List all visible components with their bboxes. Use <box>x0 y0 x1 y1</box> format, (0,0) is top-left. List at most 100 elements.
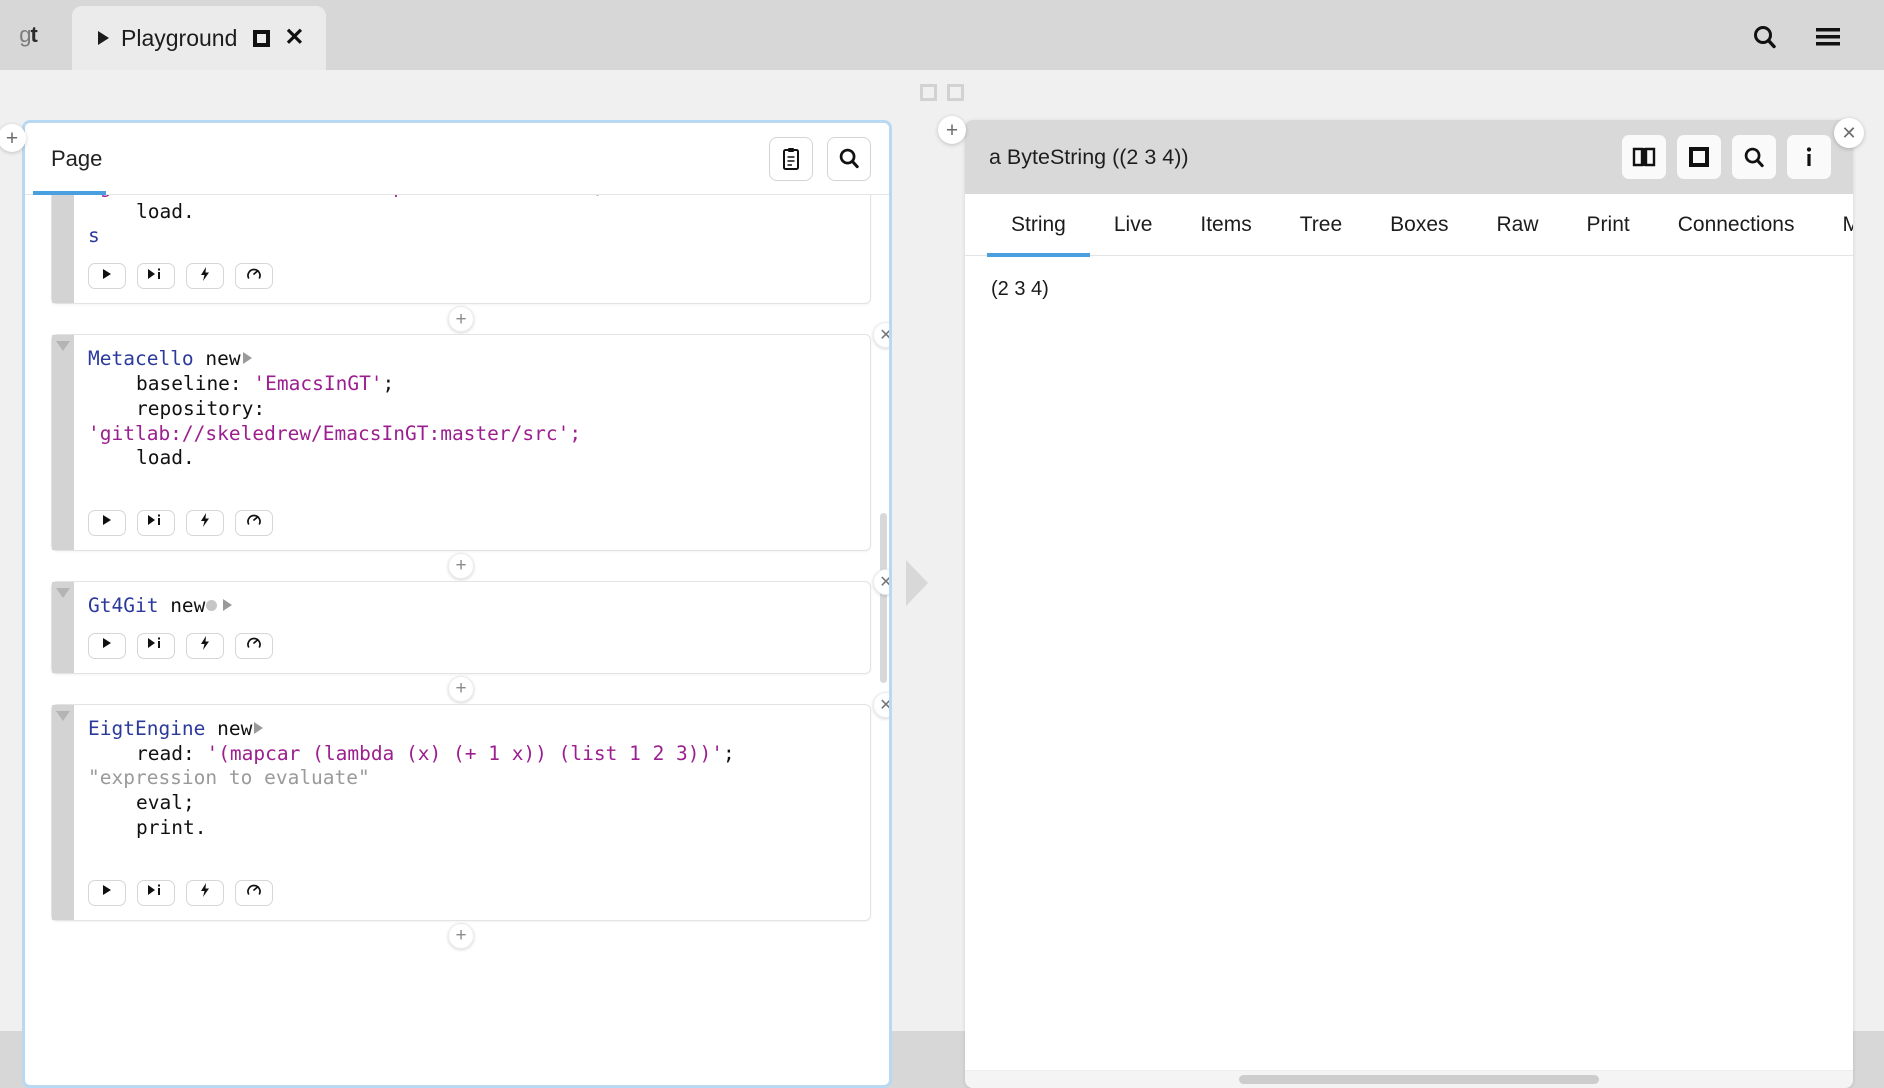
code-token: ; <box>723 741 735 765</box>
profiler-gauge-icon <box>246 266 262 287</box>
code-token: 'gitlab://skeledrew/GtExemplifierAdditio… <box>88 195 605 198</box>
expand-right-arrow-icon[interactable] <box>906 560 928 606</box>
code-token: load. <box>136 446 195 470</box>
add-panel-right-button[interactable]: + <box>938 116 966 144</box>
collapse-triangle-icon[interactable] <box>56 341 70 352</box>
snippet-code[interactable]: Gt4Git new <box>88 594 852 619</box>
tab-playground[interactable]: Playground ✕ <box>72 6 327 70</box>
lightning-bolt-button[interactable] <box>186 509 224 536</box>
tab-label: String <box>1011 212 1066 236</box>
profiler-gauge-button[interactable] <box>235 263 273 290</box>
tab-items[interactable]: Items <box>1176 194 1275 256</box>
clipboard-button[interactable] <box>769 136 813 181</box>
inspector-tab-bar: String Live Items Tree Boxes Raw Print Connecti… <box>965 194 1853 257</box>
search-button[interactable] <box>827 136 871 181</box>
code-token: "expression to evaluate" <box>88 766 370 790</box>
layout-square-icon-1[interactable] <box>920 84 937 101</box>
lightning-bolt-icon <box>199 882 211 903</box>
tab-tree[interactable]: Tree <box>1276 194 1366 256</box>
search-icon[interactable] <box>1752 24 1778 50</box>
play-button[interactable] <box>88 632 126 659</box>
tab-raw[interactable]: Raw <box>1473 194 1563 256</box>
profiler-gauge-icon <box>246 635 262 656</box>
tab-string[interactable]: String <box>987 194 1090 257</box>
tab-live[interactable]: Live <box>1090 194 1177 256</box>
tab-boxes[interactable]: Boxes <box>1366 194 1472 256</box>
profiler-gauge-button[interactable] <box>235 509 273 536</box>
add-snippet-row: + <box>51 921 871 951</box>
lightning-bolt-button[interactable] <box>186 879 224 906</box>
play-icon <box>100 513 114 532</box>
inspector-header-actions <box>1622 135 1831 179</box>
inline-play-triangle-icon[interactable] <box>242 352 252 365</box>
snippet-list: repository: 'gitlab://skeledrew/GtExempli… <box>25 195 889 1085</box>
book-button[interactable] <box>1622 135 1666 179</box>
close-snippet-button[interactable]: ✕ <box>873 691 889 718</box>
code-line: repository: <box>88 397 852 422</box>
tab-label: Items <box>1200 212 1252 236</box>
close-snippet-button[interactable]: ✕ <box>873 568 889 595</box>
play-button[interactable] <box>88 879 126 906</box>
code-snippet[interactable]: Metacello new baseline: 'EmacsInGT'; repos… <box>51 334 871 551</box>
playground-page-panel: Page load. s + Metacello new baseline: '… <box>22 120 892 1088</box>
add-snippet-row: + <box>51 551 871 581</box>
code-line: load. <box>88 200 852 225</box>
code-token: new <box>205 716 253 740</box>
snippet-code[interactable]: EigtEngine new read: '(mapcar (lambda (x)… <box>88 717 852 866</box>
tab-meta[interactable]: Meta <box>1818 194 1853 256</box>
profiler-gauge-button[interactable] <box>235 632 273 659</box>
add-snippet-button[interactable]: + <box>448 552 474 579</box>
inspector-horizontal-scrollbar[interactable] <box>965 1070 1853 1088</box>
play-triangle-icon <box>98 31 109 45</box>
profiler-gauge-button[interactable] <box>235 879 273 906</box>
code-snippet[interactable]: Gt4Git new <box>51 580 871 674</box>
layout-square-icon-2[interactable] <box>947 84 964 101</box>
add-snippet-button[interactable]: + <box>448 675 474 702</box>
code-token: 'gitlab://skeledrew/EmacsInGT:master/src… <box>88 421 582 445</box>
snippet-gutter <box>52 581 74 673</box>
play-button[interactable] <box>88 263 126 290</box>
play-inspect-icon <box>146 883 166 902</box>
play-inspect-button[interactable] <box>137 263 175 290</box>
close-snippet-button[interactable]: ✕ <box>873 322 889 349</box>
close-x-icon[interactable]: ✕ <box>284 26 304 50</box>
square-icon[interactable] <box>253 29 271 47</box>
play-button[interactable] <box>88 509 126 536</box>
code-line: load. <box>88 446 852 471</box>
lightning-bolt-button[interactable] <box>186 632 224 659</box>
square-button[interactable] <box>1677 135 1721 179</box>
collapse-triangle-icon[interactable] <box>56 587 70 598</box>
workspace-layout-indicators <box>920 84 964 101</box>
code-token: EigtEngine <box>88 716 206 740</box>
scrollbar-thumb[interactable] <box>1239 1075 1599 1084</box>
code-snippet[interactable]: EigtEngine new read: '(mapcar (lambda (x)… <box>51 703 871 921</box>
title-bar-actions <box>1752 24 1884 70</box>
code-line: Metacello new <box>88 347 852 372</box>
close-inspector-button[interactable]: ✕ <box>1834 118 1864 148</box>
add-snippet-button[interactable]: + <box>448 306 474 333</box>
info-button[interactable] <box>1787 135 1831 179</box>
collapse-triangle-icon[interactable] <box>56 710 70 721</box>
hamburger-menu-icon[interactable] <box>1814 26 1842 48</box>
snippet-code[interactable]: Metacello new baseline: 'EmacsInGT'; repos… <box>88 347 852 496</box>
add-snippet-button[interactable]: + <box>448 922 474 949</box>
inline-play-triangle-icon[interactable] <box>254 721 264 734</box>
search-button[interactable] <box>1732 135 1776 179</box>
code-snippet[interactable]: repository:'gitlab://skeledrew/GtExempli… <box>51 195 871 305</box>
tab-page[interactable]: Page <box>32 123 114 195</box>
profiler-gauge-icon <box>246 882 262 903</box>
lightning-bolt-button[interactable] <box>186 263 224 290</box>
tab-print[interactable]: Print <box>1563 194 1654 256</box>
inline-play-triangle-icon[interactable] <box>223 598 233 611</box>
tab-label: Meta <box>1842 212 1853 236</box>
snippet-code[interactable]: repository:'gitlab://skeledrew/GtExempli… <box>88 195 852 249</box>
snippet-body: repository:'gitlab://skeledrew/GtExempli… <box>74 195 870 303</box>
code-line: Gt4Git new <box>88 594 852 619</box>
play-inspect-button[interactable] <box>137 509 175 536</box>
play-inspect-button[interactable] <box>137 879 175 906</box>
play-inspect-button[interactable] <box>137 632 175 659</box>
tab-connections[interactable]: Connections <box>1654 194 1819 256</box>
left-panel-scrollbar[interactable] <box>880 513 887 683</box>
code-token: new <box>158 593 206 617</box>
